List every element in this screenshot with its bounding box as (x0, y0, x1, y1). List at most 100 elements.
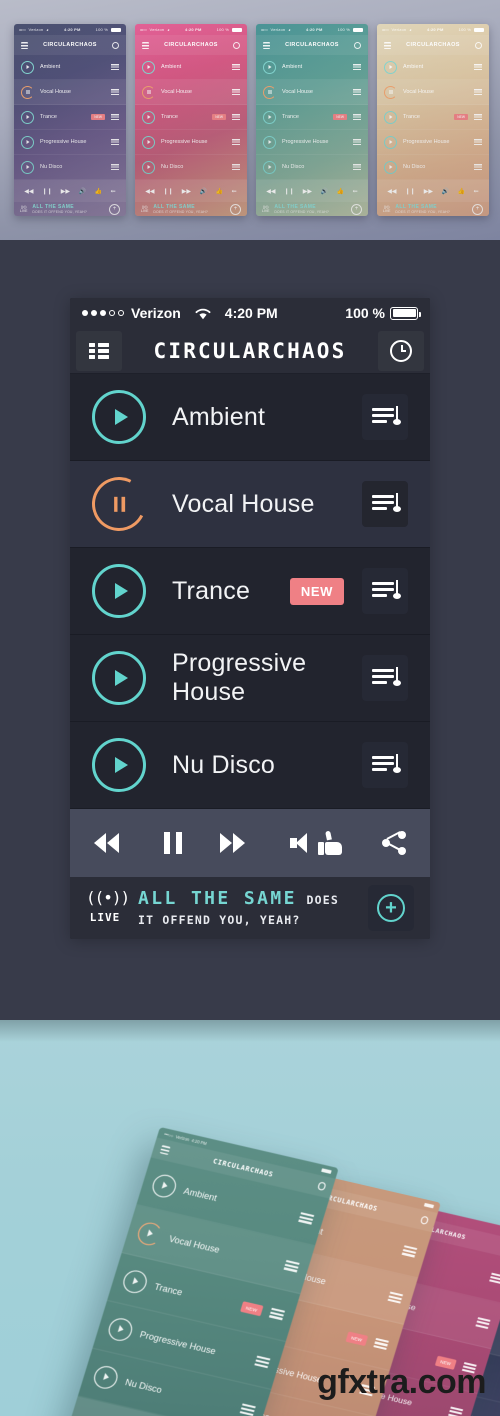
queue-music-icon[interactable] (232, 63, 240, 71)
list-item[interactable]: Progressive House (14, 130, 126, 155)
share-icon[interactable]: ⇚ (232, 188, 237, 195)
like-button[interactable] (318, 830, 342, 855)
list-item[interactable]: Trance NEW (135, 105, 247, 130)
play-button-icon[interactable] (263, 135, 276, 149)
table-row[interactable]: Ambient (70, 374, 430, 461)
queue-music-icon[interactable] (111, 63, 119, 71)
pause-button-icon[interactable] (263, 85, 276, 99)
pause-icon[interactable]: ❙❙ (42, 188, 52, 195)
plus-circle-icon[interactable]: + (472, 203, 483, 215)
play-button-icon[interactable] (21, 135, 34, 149)
list-grid-icon[interactable] (142, 41, 149, 49)
table-row[interactable]: Progressive House (70, 635, 430, 722)
rewind-icon[interactable]: ◀◀ (145, 188, 154, 195)
queue-music-icon[interactable] (111, 88, 119, 96)
queue-button[interactable] (362, 655, 408, 701)
pause-icon[interactable]: ❙❙ (405, 188, 415, 195)
play-button-icon[interactable] (384, 60, 397, 74)
queue-music-icon[interactable] (353, 163, 361, 171)
play-button-icon[interactable] (21, 60, 34, 74)
play-button-icon[interactable] (142, 60, 155, 74)
thumbs-up-icon[interactable]: 👍 (337, 188, 344, 195)
list-item[interactable]: Progressive House (256, 130, 368, 155)
list-item[interactable]: Vocal House (135, 80, 247, 105)
play-button[interactable] (92, 738, 146, 792)
pause-button-icon[interactable] (21, 85, 34, 99)
thumbnail-variant-purple-blue[interactable]: •••○○ Verizon ◕ 4:20 PM 100 % CIRCULARCH… (14, 24, 126, 216)
pause-button[interactable] (84, 469, 154, 539)
queue-music-icon[interactable] (474, 88, 482, 96)
queue-music-icon[interactable] (232, 113, 240, 121)
list-grid-icon[interactable] (263, 41, 270, 49)
queue-button[interactable] (362, 481, 408, 527)
list-item[interactable]: Progressive House (135, 130, 247, 155)
play-button-icon[interactable] (21, 160, 34, 174)
play-button[interactable] (92, 390, 146, 444)
list-item[interactable]: Vocal House (377, 80, 489, 105)
add-button[interactable]: + (368, 885, 414, 931)
list-item[interactable]: Ambient (135, 55, 247, 80)
play-button-icon[interactable] (142, 110, 155, 124)
fast-forward-icon[interactable]: ▶▶ (424, 188, 433, 195)
pause-button-icon[interactable] (142, 85, 155, 99)
queue-music-icon[interactable] (232, 138, 240, 146)
queue-music-icon[interactable] (474, 113, 482, 121)
play-button-icon[interactable] (263, 160, 276, 174)
share-icon[interactable]: ⇚ (353, 188, 358, 195)
list-item[interactable]: Ambient (14, 55, 126, 80)
queue-music-icon[interactable] (111, 138, 119, 146)
list-item[interactable]: Vocal House (256, 80, 368, 105)
clock-icon[interactable] (475, 41, 482, 49)
queue-music-icon[interactable] (232, 88, 240, 96)
play-button-icon[interactable] (142, 160, 155, 174)
play-button-icon[interactable] (384, 160, 397, 174)
queue-music-icon[interactable] (474, 138, 482, 146)
queue-button[interactable] (362, 568, 408, 614)
list-item[interactable]: Trance NEW (256, 105, 368, 130)
pause-button-icon[interactable] (384, 85, 397, 99)
list-item[interactable]: Nu Disco (377, 155, 489, 180)
plus-circle-icon[interactable]: + (109, 203, 120, 215)
queue-music-icon[interactable] (111, 163, 119, 171)
thumbnail-variant-pink-magenta[interactable]: •••○○ Verizon ◕ 4:20 PM 100 % CIRCULARCH… (135, 24, 247, 216)
rewind-button[interactable] (94, 833, 126, 853)
play-button-icon[interactable] (263, 60, 276, 74)
pause-button[interactable] (164, 832, 182, 854)
list-item[interactable]: Trance NEW (377, 105, 489, 130)
fast-forward-icon[interactable]: ▶▶ (303, 188, 312, 195)
table-row[interactable]: Trance NEW (70, 548, 430, 635)
list-grid-icon[interactable] (384, 41, 391, 49)
list-item[interactable]: Trance NEW (14, 105, 126, 130)
queue-music-icon[interactable] (474, 163, 482, 171)
table-row[interactable]: Nu Disco (70, 722, 430, 809)
plus-circle-icon[interactable]: + (230, 203, 241, 215)
fast-forward-icon[interactable]: ▶▶ (182, 188, 191, 195)
queue-music-icon[interactable] (353, 63, 361, 71)
clock-icon[interactable] (354, 41, 361, 49)
clock-icon[interactable] (233, 41, 240, 49)
share-icon[interactable]: ⇚ (111, 188, 116, 195)
volume-button[interactable] (290, 833, 312, 853)
plus-circle-icon[interactable]: + (351, 203, 362, 215)
play-button[interactable] (92, 564, 146, 618)
rewind-icon[interactable]: ◀◀ (387, 188, 396, 195)
queue-music-icon[interactable] (353, 138, 361, 146)
thumbs-up-icon[interactable]: 👍 (216, 188, 223, 195)
queue-button[interactable] (362, 394, 408, 440)
volume-icon[interactable]: 🔊 (321, 188, 328, 195)
list-item[interactable]: Progressive House (377, 130, 489, 155)
table-row[interactable]: Vocal House (70, 461, 430, 548)
queue-button[interactable] (362, 742, 408, 788)
list-item[interactable]: Ambient (377, 55, 489, 80)
list-item[interactable]: Vocal House (14, 80, 126, 105)
queue-music-icon[interactable] (111, 113, 119, 121)
volume-icon[interactable]: 🔊 (79, 188, 86, 195)
queue-music-icon[interactable] (353, 88, 361, 96)
play-button-icon[interactable] (384, 110, 397, 124)
volume-icon[interactable]: 🔊 (442, 188, 449, 195)
list-grid-icon[interactable] (21, 41, 28, 49)
play-button-icon[interactable] (263, 110, 276, 124)
clock-icon[interactable] (112, 41, 119, 49)
play-button-icon[interactable] (384, 135, 397, 149)
pause-icon[interactable]: ❙❙ (284, 188, 294, 195)
